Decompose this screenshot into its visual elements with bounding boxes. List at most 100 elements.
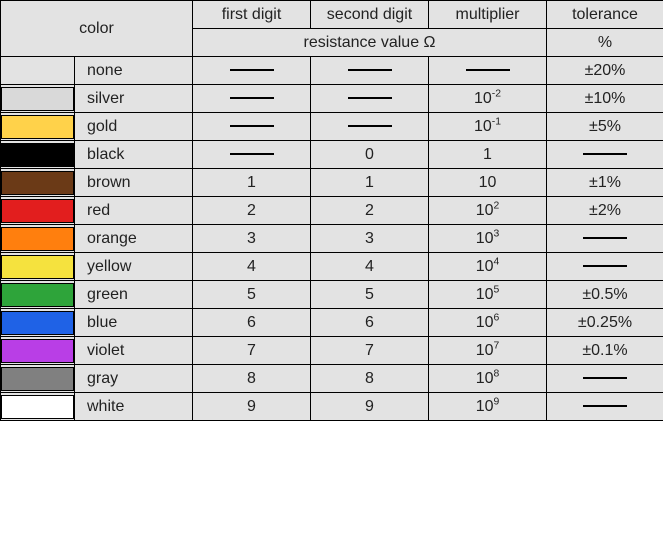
swatch-icon xyxy=(1,311,74,335)
dash-icon xyxy=(348,125,392,127)
table-row: white 9 9109 xyxy=(1,393,663,421)
color-swatch xyxy=(1,85,75,113)
color-name: red xyxy=(75,197,193,225)
swatch-icon xyxy=(1,255,74,279)
second-digit xyxy=(311,113,429,141)
dash-icon xyxy=(230,125,274,127)
table-row: green55105±0.5% xyxy=(1,281,663,309)
multiplier: 10 xyxy=(429,169,547,197)
header-multiplier: multiplier xyxy=(429,1,547,29)
color-name: green xyxy=(75,281,193,309)
multiplier-base: 10 xyxy=(474,90,492,107)
dash-icon xyxy=(583,377,627,379)
second-digit: 0 xyxy=(311,141,429,169)
second-digit: 5 xyxy=(311,281,429,309)
swatch-icon xyxy=(1,395,74,419)
table-row: gray88108 xyxy=(1,365,663,393)
color-name: white xyxy=(75,393,193,421)
multiplier-exp: 9 xyxy=(494,396,500,407)
first-digit: 1 xyxy=(193,169,311,197)
tolerance: ±0.25% xyxy=(547,309,663,337)
color-name: gold xyxy=(75,113,193,141)
second-digit: 3 xyxy=(311,225,429,253)
multiplier-exp: 7 xyxy=(494,340,500,351)
multiplier: 106 xyxy=(429,309,547,337)
color-swatch xyxy=(1,393,75,421)
color-swatch xyxy=(1,309,75,337)
header-second-digit: second digit xyxy=(311,1,429,29)
color-swatch xyxy=(1,197,75,225)
dash-icon xyxy=(583,237,627,239)
swatch-icon xyxy=(1,87,74,111)
tolerance xyxy=(547,393,663,421)
dash-icon xyxy=(583,153,627,155)
tolerance xyxy=(547,253,663,281)
color-swatch xyxy=(1,169,75,197)
multiplier-exp: -1 xyxy=(492,116,501,127)
tolerance xyxy=(547,365,663,393)
table-row: none±20% xyxy=(1,57,663,85)
header-first-digit: first digit xyxy=(193,1,311,29)
multiplier: 102 xyxy=(429,197,547,225)
color-swatch xyxy=(1,365,75,393)
first-digit xyxy=(193,85,311,113)
first-digit xyxy=(193,57,311,85)
color-swatch xyxy=(1,281,75,309)
dash-icon xyxy=(583,405,627,407)
color-name: brown xyxy=(75,169,193,197)
multiplier: 107 xyxy=(429,337,547,365)
resistor-color-code-table: color first digit second digit multiplie… xyxy=(0,0,663,421)
multiplier: 108 xyxy=(429,365,547,393)
first-digit: 6 xyxy=(193,309,311,337)
table-row: brown1110±1% xyxy=(1,169,663,197)
table-row: orange33103 xyxy=(1,225,663,253)
dash-icon xyxy=(230,69,274,71)
second-digit xyxy=(311,85,429,113)
first-digit: 3 xyxy=(193,225,311,253)
table-row: yellow44104 xyxy=(1,253,663,281)
multiplier-exp: 2 xyxy=(494,200,500,211)
tolerance xyxy=(547,141,663,169)
tolerance: ±20% xyxy=(547,57,663,85)
second-digit: 9 xyxy=(311,393,429,421)
color-swatch xyxy=(1,253,75,281)
first-digit: 8 xyxy=(193,365,311,393)
second-digit xyxy=(311,57,429,85)
table-row: black01 xyxy=(1,141,663,169)
tolerance: ±5% xyxy=(547,113,663,141)
color-name: blue xyxy=(75,309,193,337)
tolerance: ±2% xyxy=(547,197,663,225)
swatch-icon xyxy=(1,143,74,167)
multiplier-base: 10 xyxy=(476,314,494,331)
header-color: color xyxy=(1,1,193,57)
multiplier-exp: -2 xyxy=(492,88,501,99)
color-swatch xyxy=(1,57,75,85)
multiplier-base: 10 xyxy=(476,398,494,415)
tolerance: ±1% xyxy=(547,169,663,197)
header-resistance-value: resistance value Ω xyxy=(193,29,547,57)
multiplier xyxy=(429,57,547,85)
dash-icon xyxy=(348,97,392,99)
second-digit: 1 xyxy=(311,169,429,197)
first-digit: 2 xyxy=(193,197,311,225)
tolerance xyxy=(547,225,663,253)
color-name: orange xyxy=(75,225,193,253)
multiplier: 109 xyxy=(429,393,547,421)
color-name: violet xyxy=(75,337,193,365)
first-digit xyxy=(193,113,311,141)
color-swatch xyxy=(1,113,75,141)
header-percent: % xyxy=(547,29,663,57)
tolerance: ±0.1% xyxy=(547,337,663,365)
table-row: red22102±2% xyxy=(1,197,663,225)
first-digit: 7 xyxy=(193,337,311,365)
multiplier-base: 10 xyxy=(476,258,494,275)
first-digit: 4 xyxy=(193,253,311,281)
multiplier-base: 10 xyxy=(476,286,494,303)
table-row: gold 10-1±5% xyxy=(1,113,663,141)
multiplier: 10-1 xyxy=(429,113,547,141)
second-digit: 6 xyxy=(311,309,429,337)
table-row: silver10-2±10% xyxy=(1,85,663,113)
swatch-icon xyxy=(1,339,74,363)
multiplier-base: 10 xyxy=(476,202,494,219)
header-tolerance: tolerance xyxy=(547,1,663,29)
